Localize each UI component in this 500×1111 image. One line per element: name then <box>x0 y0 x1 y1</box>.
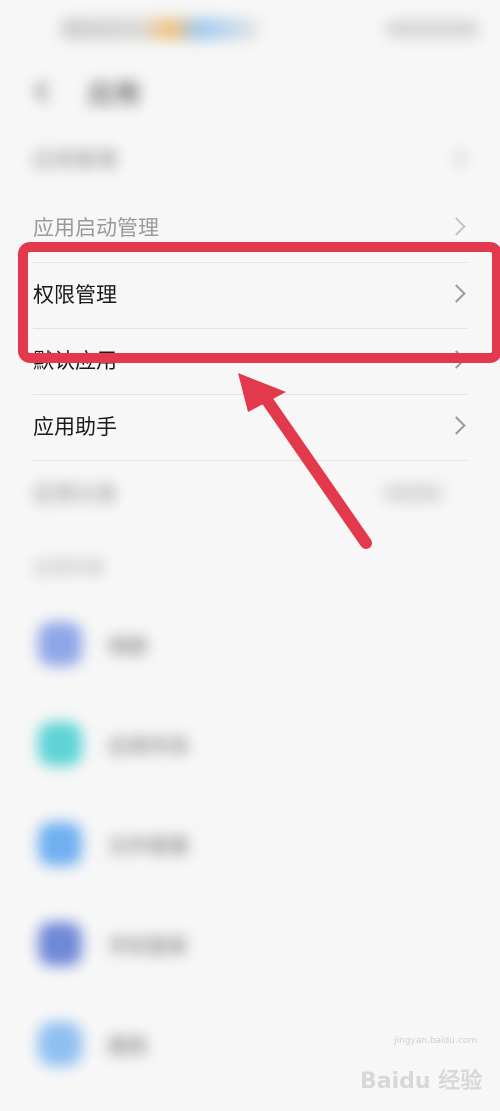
watermark: Baidu 经验 <box>360 1055 490 1105</box>
watermark-url: jingyan.baidu.com <box>394 1036 478 1046</box>
arrow-shaft <box>256 387 372 549</box>
pointer-arrow-icon <box>238 373 372 549</box>
watermark-brand: Baidu 经验 <box>360 1069 483 1094</box>
arrow-head <box>238 373 286 412</box>
